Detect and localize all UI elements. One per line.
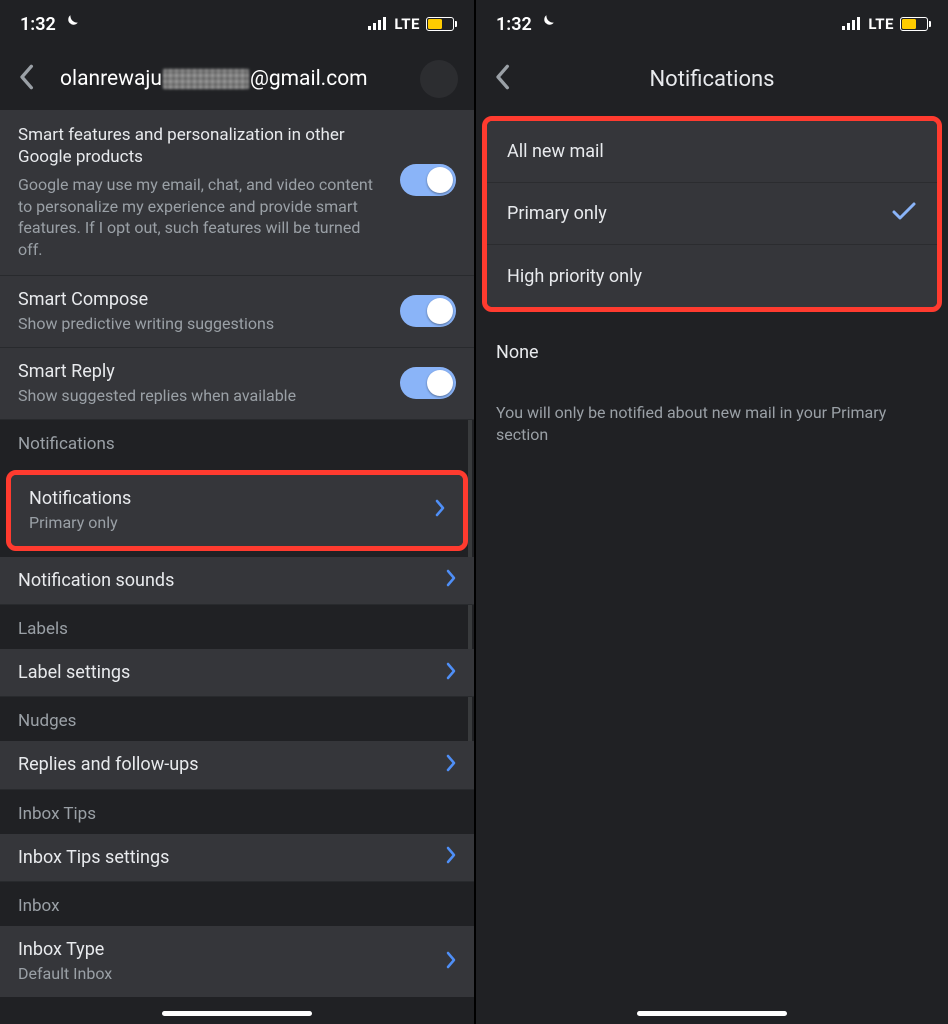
account-avatar[interactable]	[420, 60, 458, 98]
option-all-new-mail[interactable]: All new mail	[487, 121, 937, 183]
back-button[interactable]	[18, 63, 34, 95]
dnd-moon-icon	[62, 13, 80, 36]
back-button[interactable]	[494, 63, 510, 95]
options-list: All new mail Primary only High priority …	[476, 110, 948, 1024]
status-bar: 1:32 LTE	[0, 0, 474, 48]
smart-features-other-products-row[interactable]: Smart features and personalization in ot…	[0, 110, 474, 276]
smart-compose-row[interactable]: Smart Compose Show predictive writing su…	[0, 276, 474, 348]
option-label: All new mail	[507, 141, 604, 162]
dnd-moon-icon	[538, 13, 556, 36]
chevron-right-icon	[446, 846, 456, 868]
status-bar: 1:32 LTE	[476, 0, 948, 48]
smart-reply-toggle[interactable]	[400, 367, 456, 399]
home-indicator[interactable]	[162, 1011, 312, 1016]
smart-compose-toggle[interactable]	[400, 295, 456, 327]
chevron-right-icon	[446, 662, 456, 684]
footer-description: You will only be notified about new mail…	[476, 380, 948, 467]
signal-icon	[842, 14, 862, 35]
replies-followups-title: Replies and follow-ups	[18, 753, 436, 776]
email-prefix: olanrewaju	[60, 67, 162, 91]
section-nudges: Nudges	[0, 697, 474, 741]
option-none[interactable]: None	[476, 318, 948, 380]
notifications-options-screen: 1:32 LTE Notifications All	[474, 0, 948, 1024]
chevron-right-icon	[435, 499, 445, 521]
smart-features-desc: Google may use my email, chat, and video…	[18, 174, 386, 260]
section-notifications: Notifications	[0, 420, 474, 464]
smart-reply-sub: Show suggested replies when available	[18, 385, 386, 407]
check-icon	[891, 200, 917, 227]
page-title: Notifications	[476, 67, 948, 92]
option-label: Primary only	[507, 203, 607, 224]
option-primary-only[interactable]: Primary only	[487, 183, 937, 245]
smart-reply-row[interactable]: Smart Reply Show suggested replies when …	[0, 348, 474, 420]
account-settings-screen: 1:32 LTE olanrewaju @gmail.com	[0, 0, 474, 1024]
option-label: High priority only	[507, 266, 642, 287]
inbox-type-row[interactable]: Inbox Type Default Inbox	[0, 926, 474, 997]
notifications-sub: Primary only	[29, 512, 425, 534]
notification-sounds-row[interactable]: Notification sounds	[0, 557, 474, 605]
highlight-box: All new mail Primary only High priority …	[482, 116, 942, 312]
section-inbox: Inbox	[0, 882, 474, 926]
inbox-type-sub: Default Inbox	[18, 963, 436, 985]
section-inbox-tips: Inbox Tips	[0, 790, 474, 834]
smart-compose-sub: Show predictive writing suggestions	[18, 313, 386, 335]
option-high-priority[interactable]: High priority only	[487, 245, 937, 307]
label-settings-row[interactable]: Label settings	[0, 649, 474, 697]
status-time: 1:32	[20, 14, 56, 35]
header: Notifications	[476, 48, 948, 110]
network-label: LTE	[868, 15, 894, 33]
status-time: 1:32	[496, 14, 532, 35]
notification-sounds-title: Notification sounds	[18, 569, 436, 592]
redacted-segment	[163, 69, 249, 89]
smart-features-toggle[interactable]	[400, 164, 456, 196]
notifications-title: Notifications	[29, 487, 425, 510]
replies-followups-row[interactable]: Replies and follow-ups	[0, 741, 474, 789]
chevron-right-icon	[446, 569, 456, 591]
chevron-right-icon	[446, 754, 456, 776]
battery-icon	[426, 17, 454, 31]
label-settings-title: Label settings	[18, 661, 436, 684]
account-email-title: olanrewaju @gmail.com	[60, 67, 368, 91]
home-indicator[interactable]	[637, 1011, 787, 1016]
battery-icon	[900, 17, 928, 31]
inbox-type-title: Inbox Type	[18, 938, 436, 961]
header: olanrewaju @gmail.com	[0, 48, 474, 110]
option-label: None	[496, 342, 539, 363]
smart-compose-title: Smart Compose	[18, 288, 386, 311]
network-label: LTE	[394, 15, 420, 33]
settings-list[interactable]: Smart features and personalization in ot…	[0, 110, 474, 1024]
signal-icon	[368, 14, 388, 35]
highlight-box: Notifications Primary only	[6, 470, 468, 551]
chevron-right-icon	[446, 951, 456, 973]
inbox-tips-settings-row[interactable]: Inbox Tips settings	[0, 834, 474, 882]
notifications-row[interactable]: Notifications Primary only	[11, 475, 463, 546]
smart-features-title: Smart features and personalization in ot…	[18, 124, 386, 168]
smart-reply-title: Smart Reply	[18, 360, 386, 383]
email-suffix: @gmail.com	[250, 67, 368, 91]
inbox-tips-settings-title: Inbox Tips settings	[18, 846, 436, 869]
section-labels: Labels	[0, 605, 474, 649]
